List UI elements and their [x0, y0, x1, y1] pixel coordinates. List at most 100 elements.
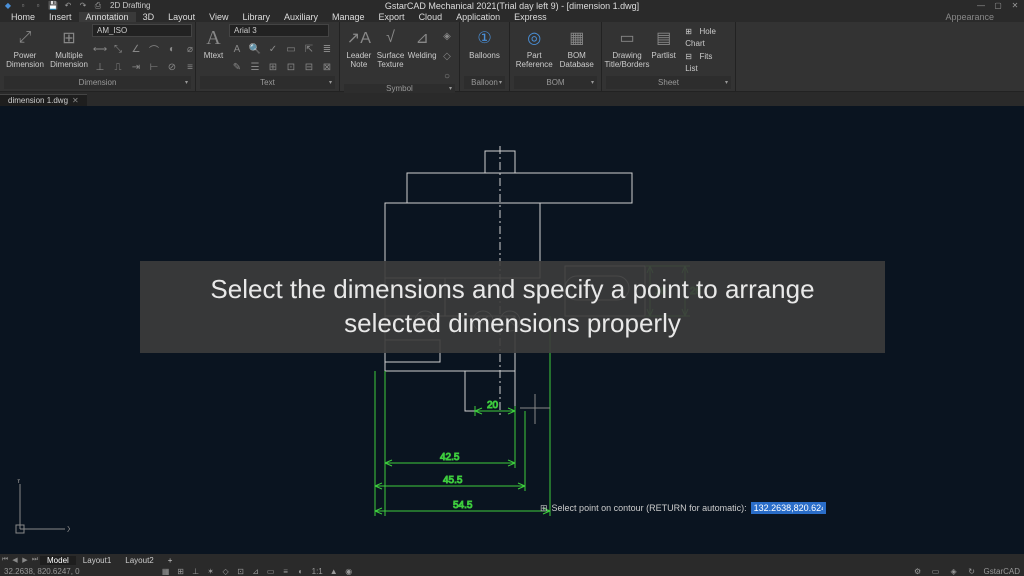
- osnap-icon[interactable]: ◇: [220, 567, 232, 576]
- leader-note-button[interactable]: ↗A Leader Note: [344, 24, 374, 70]
- tab-application[interactable]: Application: [449, 12, 507, 22]
- transparency-icon[interactable]: ◐: [295, 567, 307, 576]
- layout-tab-1[interactable]: Layout1: [76, 556, 118, 565]
- tab-layout[interactable]: Layout: [161, 12, 202, 22]
- text-align-icon[interactable]: ☰: [247, 59, 263, 75]
- tab-view[interactable]: View: [202, 12, 235, 22]
- text-style-dropdown[interactable]: Arial 3: [229, 24, 329, 37]
- panel-balloon-label[interactable]: Balloon: [464, 76, 505, 89]
- text-tool5-icon[interactable]: ⊠: [319, 59, 335, 75]
- dim-angular-icon[interactable]: ∠: [128, 41, 144, 57]
- symbol-tool1-icon[interactable]: ◈: [439, 28, 455, 44]
- new-icon[interactable]: ▫: [17, 1, 29, 11]
- surface-texture-button[interactable]: √ Surface Texture: [376, 24, 406, 70]
- ducs-icon[interactable]: ⊿: [250, 567, 262, 576]
- text-edit-icon[interactable]: ✎: [229, 59, 245, 75]
- redo-icon[interactable]: ↷: [77, 1, 89, 11]
- tab-library[interactable]: Library: [235, 12, 277, 22]
- panel-dimension-label[interactable]: Dimension: [4, 76, 191, 89]
- status-tool3-icon[interactable]: ↻: [966, 567, 978, 576]
- tab-express[interactable]: Express: [507, 12, 554, 22]
- undo-icon[interactable]: ↶: [62, 1, 74, 11]
- minimize-button[interactable]: —: [974, 1, 988, 11]
- symbol-tool2-icon[interactable]: ◇: [439, 48, 455, 64]
- dim-style-dropdown[interactable]: AM_ISO: [92, 24, 192, 37]
- drawing-title-button[interactable]: ▭ Drawing Title/Borders: [606, 24, 648, 70]
- layout-nav-next-icon[interactable]: ▶: [20, 556, 30, 564]
- status-settings-icon[interactable]: ⚙: [912, 567, 924, 576]
- otrack-icon[interactable]: ⊡: [235, 567, 247, 576]
- command-input[interactable]: [751, 502, 826, 514]
- tab-auxiliary[interactable]: Auxiliary: [277, 12, 325, 22]
- layout-tab-2[interactable]: Layout2: [118, 556, 160, 565]
- power-dimension-button[interactable]: ⤢ Power Dimension: [4, 24, 46, 75]
- save-icon[interactable]: 💾: [47, 1, 59, 11]
- text-spell-icon[interactable]: ✓: [265, 41, 281, 57]
- text-tool-icon[interactable]: A: [229, 41, 245, 57]
- hole-chart-button[interactable]: ⊞ Hole Chart: [679, 26, 731, 49]
- grid-icon[interactable]: ⊞: [175, 567, 187, 576]
- symbol-tool3-icon[interactable]: ○: [439, 68, 455, 84]
- panel-sheet-label[interactable]: Sheet: [606, 76, 731, 89]
- layout-nav-last-icon[interactable]: ⏭: [30, 556, 40, 564]
- tab-manage[interactable]: Manage: [325, 12, 372, 22]
- text-justify-icon[interactable]: ≣: [319, 41, 335, 57]
- document-tab[interactable]: dimension 1.dwg ✕: [0, 94, 87, 106]
- workspace-dropdown[interactable]: 2D Drafting: [107, 1, 153, 11]
- layout-tab-add[interactable]: +: [161, 556, 180, 565]
- bom-database-button[interactable]: ▦ BOM Database: [557, 24, 598, 70]
- scale-button[interactable]: 1:1: [310, 567, 325, 576]
- snap-mode-icon[interactable]: ▦: [160, 567, 172, 576]
- print-icon[interactable]: ⎙: [92, 1, 104, 11]
- ortho-icon[interactable]: ⊥: [190, 567, 202, 576]
- dim-continue-icon[interactable]: ⇥: [128, 59, 144, 75]
- text-tool4-icon[interactable]: ⊟: [301, 59, 317, 75]
- annotation-scale-icon[interactable]: ▲: [328, 567, 340, 576]
- open-icon[interactable]: ▫: [32, 1, 44, 11]
- dim-ordinate-icon[interactable]: ⊥: [92, 59, 108, 75]
- dim-aligned-icon[interactable]: ⤡: [110, 41, 126, 57]
- mtext-button[interactable]: A Mtext: [200, 24, 227, 61]
- layout-nav-prev-icon[interactable]: ◀: [10, 556, 20, 564]
- dim-baseline-icon[interactable]: ⊢: [146, 59, 162, 75]
- dyn-input-icon[interactable]: ▭: [265, 567, 277, 576]
- multiple-dimension-button[interactable]: ⊞ Multiple Dimension: [48, 24, 90, 75]
- tab-export[interactable]: Export: [372, 12, 412, 22]
- tab-3d[interactable]: 3D: [136, 12, 162, 22]
- tab-insert[interactable]: Insert: [42, 12, 79, 22]
- document-tab-close-icon[interactable]: ✕: [72, 96, 79, 105]
- polar-icon[interactable]: ✶: [205, 567, 217, 576]
- panel-symbol-label[interactable]: Symbol: [344, 84, 455, 93]
- close-button[interactable]: ✕: [1008, 1, 1022, 11]
- lineweight-icon[interactable]: ≡: [280, 567, 292, 576]
- restore-button[interactable]: ▢: [991, 1, 1005, 11]
- dim-arc-icon[interactable]: ⌒: [146, 41, 162, 57]
- text-field-icon[interactable]: ▭: [283, 41, 299, 57]
- dim-break-icon[interactable]: ⊘: [164, 59, 180, 75]
- text-scale-icon[interactable]: ⇱: [301, 41, 317, 57]
- panel-text-label[interactable]: Text: [200, 76, 335, 89]
- dim-linear-icon[interactable]: ⟷: [92, 41, 108, 57]
- drawing-canvas[interactable]: X Y: [0, 106, 1024, 554]
- dim-radius-icon[interactable]: ◐: [164, 41, 180, 57]
- panel-bom-label[interactable]: BOM: [514, 76, 597, 89]
- dim-jogged-icon[interactable]: ⎍: [110, 59, 126, 75]
- appearance-dropdown[interactable]: Appearance: [945, 12, 994, 22]
- status-tool1-icon[interactable]: ▭: [930, 567, 942, 576]
- text-tool3-icon[interactable]: ⊡: [283, 59, 299, 75]
- layout-tab-model[interactable]: Model: [40, 556, 76, 565]
- text-find-icon[interactable]: 🔍: [247, 41, 263, 57]
- tab-cloud[interactable]: Cloud: [412, 12, 450, 22]
- tab-annotation[interactable]: Annotation: [79, 12, 136, 22]
- status-tool2-icon[interactable]: ◈: [948, 567, 960, 576]
- balloons-button[interactable]: ① Balloons: [464, 24, 505, 61]
- text-tool2-icon[interactable]: ⊞: [265, 59, 281, 75]
- app-logo-icon[interactable]: ◆: [2, 1, 14, 11]
- partlist-button[interactable]: ▤ Partlist: [650, 24, 677, 61]
- part-reference-button[interactable]: ◎ Part Reference: [514, 24, 555, 70]
- tab-home[interactable]: Home: [4, 12, 42, 22]
- welding-button[interactable]: ⊿ Welding: [407, 24, 437, 61]
- annotation-vis-icon[interactable]: ◉: [343, 567, 355, 576]
- layout-nav-first-icon[interactable]: ⏮: [0, 556, 10, 564]
- fits-list-button[interactable]: ⊟ Fits List: [679, 51, 731, 74]
